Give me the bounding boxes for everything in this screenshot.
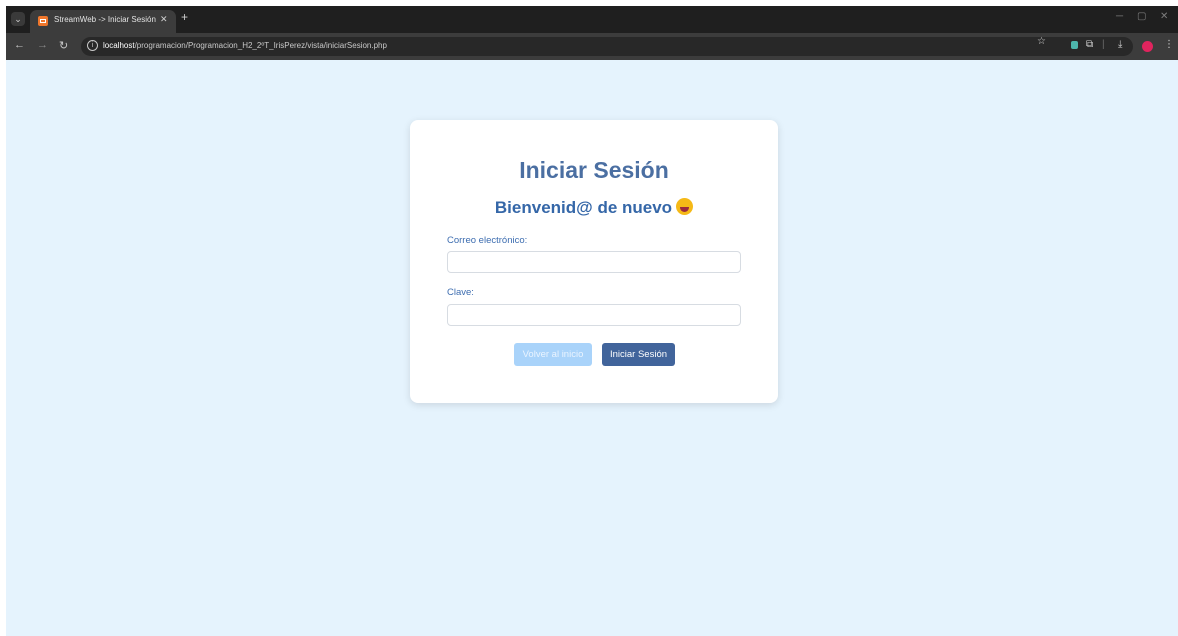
welcome-text: Bienvenid@ de nuevo xyxy=(494,198,673,217)
tab-search-icon[interactable]: ⌄ xyxy=(11,12,25,26)
download-icon[interactable]: ⤓ xyxy=(1118,39,1122,50)
favicon-icon xyxy=(38,16,48,26)
back-icon[interactable]: ← xyxy=(14,39,25,51)
browser-toolbar: ← → ↻ i localhost/programacion/Programac… xyxy=(6,33,1178,60)
site-info-icon[interactable]: i xyxy=(87,40,98,51)
bookmark-star-icon[interactable]: ☆ xyxy=(1037,36,1046,47)
back-home-button[interactable]: Volver al inicio xyxy=(514,343,592,366)
page-title: Iniciar Sesión xyxy=(519,157,669,183)
browser-window: ⌄ StreamWeb -> Iniciar Sesión ✕ + ─ ▢ ✕ … xyxy=(6,6,1178,636)
tab-strip: ⌄ StreamWeb -> Iniciar Sesión ✕ + ─ ▢ ✕ xyxy=(6,6,1178,33)
welcome-subtitle: Bienvenid@ de nuevo xyxy=(410,198,778,218)
toolbar-divider: | xyxy=(1102,39,1105,50)
reload-icon[interactable]: ↻ xyxy=(59,39,68,52)
smiley-emoji-icon xyxy=(676,198,694,215)
profile-avatar[interactable] xyxy=(1142,41,1153,52)
forward-icon[interactable]: → xyxy=(37,39,48,51)
url-text: localhost/programacion/Programacion_H2_2… xyxy=(103,41,387,50)
login-button[interactable]: Iniciar Sesión xyxy=(602,343,675,366)
menu-dots-icon[interactable]: ⋮ xyxy=(1164,39,1174,50)
email-label: Correo electrónico: xyxy=(447,235,528,246)
password-field[interactable] xyxy=(447,304,741,326)
close-tab-icon[interactable]: ✕ xyxy=(160,14,168,25)
password-label: Clave: xyxy=(447,287,474,298)
address-bar[interactable]: i localhost/programacion/Programacion_H2… xyxy=(81,37,1133,56)
login-card: Iniciar Sesión Bienvenid@ de nuevo Corre… xyxy=(410,120,778,403)
email-field[interactable] xyxy=(447,251,741,273)
url-path: /programacion/Programacion_H2_2ºT_IrisPe… xyxy=(134,41,387,50)
tab-title: StreamWeb -> Iniciar Sesión xyxy=(54,15,156,24)
restore-icon[interactable]: ▢ xyxy=(1137,11,1146,22)
tab-active[interactable]: StreamWeb -> Iniciar Sesión ✕ xyxy=(30,10,176,33)
extension-icon[interactable] xyxy=(1071,41,1078,49)
close-window-icon[interactable]: ✕ xyxy=(1160,11,1168,22)
new-tab-icon[interactable]: + xyxy=(181,10,188,24)
minimize-icon[interactable]: ─ xyxy=(1116,11,1123,22)
url-host: localhost xyxy=(103,41,135,50)
extensions-puzzle-icon[interactable]: ⧉ xyxy=(1086,39,1093,50)
